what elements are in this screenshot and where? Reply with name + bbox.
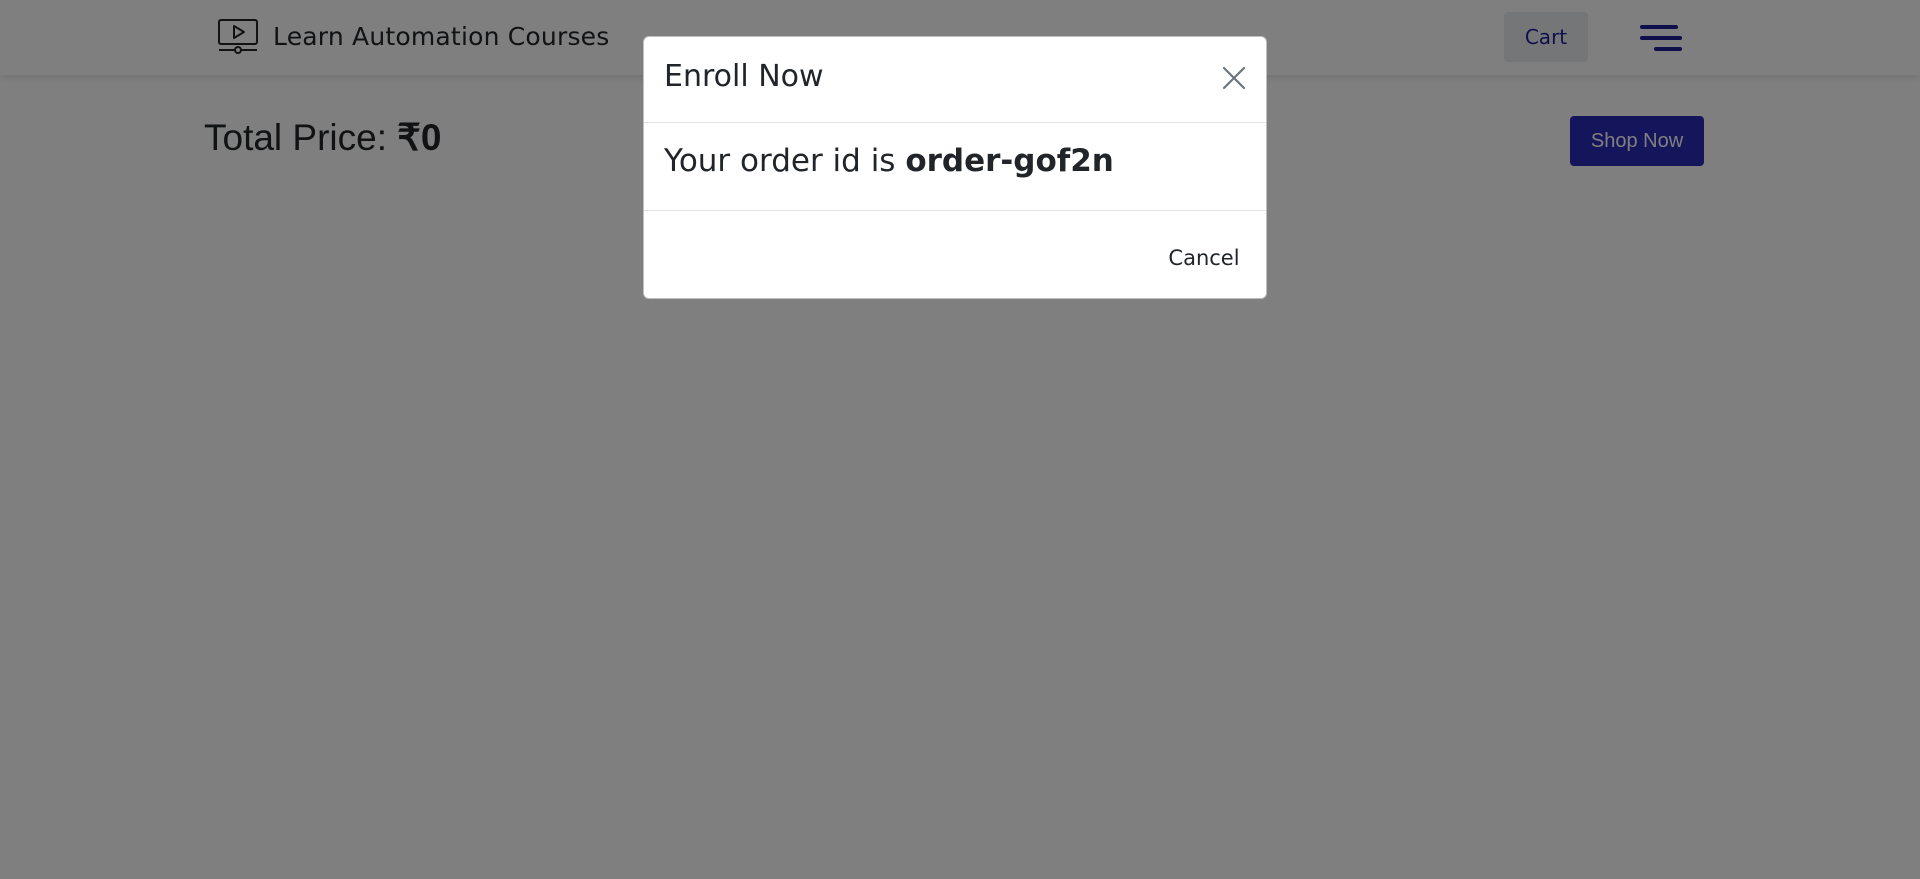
order-message-prefix: Your order id is: [664, 143, 906, 179]
modal-footer: Cancel: [644, 211, 1266, 298]
modal-body: Your order id is order-gof2n: [644, 123, 1266, 211]
order-id: order-gof2n: [905, 143, 1114, 179]
modal-title: Enroll Now: [664, 59, 824, 94]
cancel-button[interactable]: Cancel: [1146, 240, 1262, 276]
page: Learn Automation Courses Cart Total Pric…: [0, 0, 1920, 879]
enroll-modal: Enroll Now Your order id is order-gof2n …: [643, 36, 1267, 299]
close-icon[interactable]: [1221, 65, 1247, 91]
modal-header: Enroll Now: [644, 37, 1266, 123]
order-message: Your order id is order-gof2n: [664, 143, 1114, 179]
